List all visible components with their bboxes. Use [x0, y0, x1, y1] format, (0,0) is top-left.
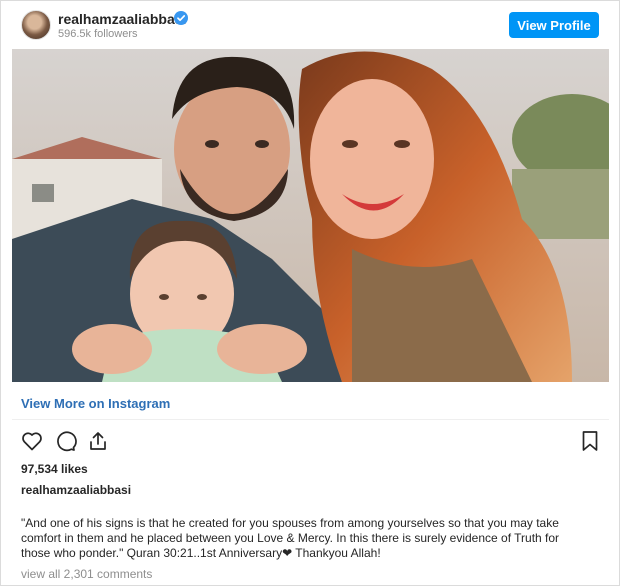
post-photo[interactable]	[12, 49, 609, 382]
username-link[interactable]: realhamzaaliabbasi	[58, 11, 186, 27]
view-all-comments-link[interactable]: view all 2,301 comments	[21, 567, 152, 581]
heart-icon[interactable]	[20, 429, 44, 453]
caption-username-link[interactable]: realhamzaaliabbasi	[21, 483, 131, 497]
post-header: realhamzaaliabbasi 596.5k followers View…	[1, 1, 619, 47]
follower-count: 596.5k followers	[58, 28, 138, 40]
like-count[interactable]: 97,534 likes	[21, 462, 88, 476]
view-more-on-instagram-link[interactable]: View More on Instagram	[21, 396, 170, 411]
bookmark-icon[interactable]	[578, 429, 602, 453]
share-icon[interactable]	[86, 429, 110, 453]
avatar[interactable]	[21, 10, 51, 40]
verified-badge-icon	[174, 11, 188, 25]
post-caption: "And one of his signs is that he created…	[21, 516, 560, 560]
divider	[12, 419, 609, 420]
instagram-embed-card: realhamzaaliabbasi 596.5k followers View…	[0, 0, 620, 586]
view-profile-button[interactable]: View Profile	[509, 12, 599, 38]
comment-icon[interactable]	[53, 429, 77, 453]
